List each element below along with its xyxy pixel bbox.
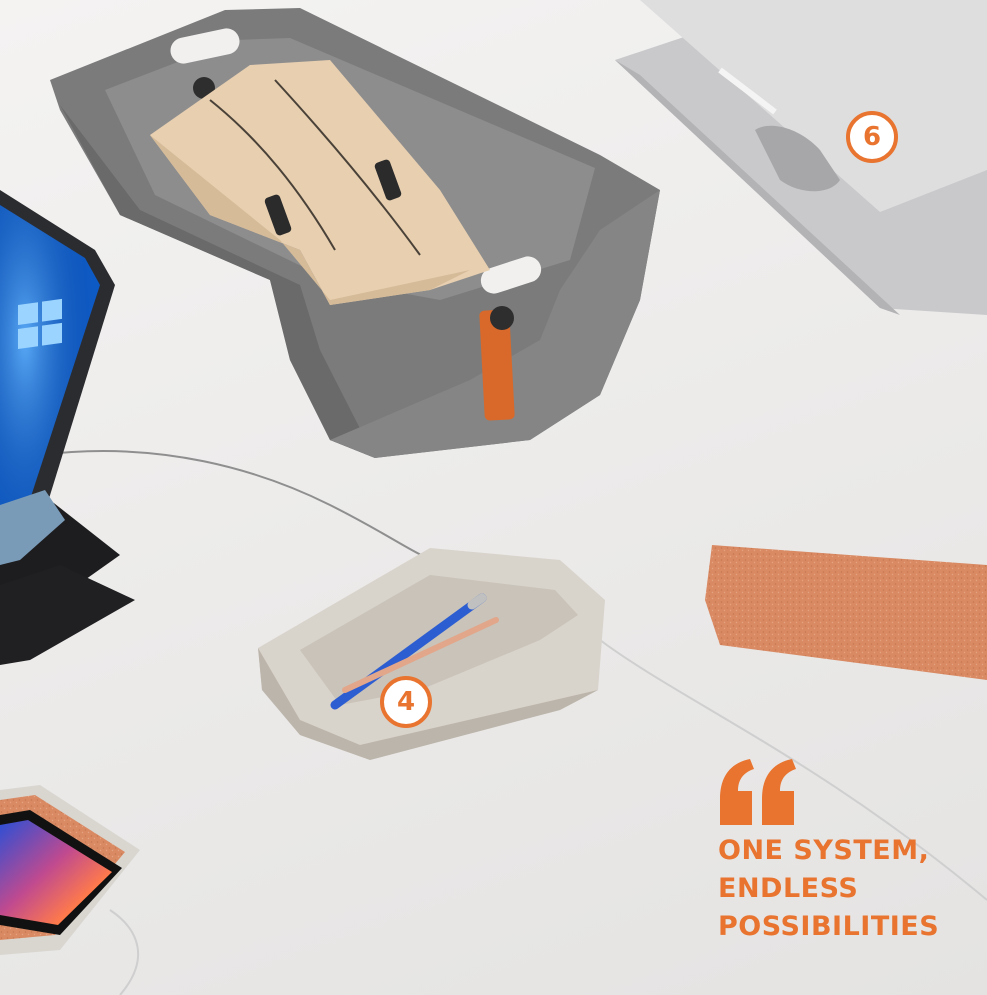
callout-badge-6: 6 xyxy=(846,111,898,163)
tagline-line: ONE SYSTEM, xyxy=(718,835,930,866)
cable xyxy=(109,909,139,995)
tagline-line: ENDLESS xyxy=(718,873,859,904)
laptop-base xyxy=(0,490,135,665)
cork-desk-pad xyxy=(705,545,987,680)
callout-badge-4: 4 xyxy=(380,676,432,728)
laptop-stand xyxy=(615,0,987,315)
product-scene: 6 4 ONE SYSTEM, ENDLESS POSSIBILITIES xyxy=(0,0,987,995)
left-double-quote-icon xyxy=(720,759,796,825)
tagline-heading: ONE SYSTEM, ENDLESS POSSIBILITIES xyxy=(718,832,939,946)
phone-charger xyxy=(0,785,140,955)
pen-tray xyxy=(258,548,605,760)
tagline-line: POSSIBILITIES xyxy=(718,911,940,942)
